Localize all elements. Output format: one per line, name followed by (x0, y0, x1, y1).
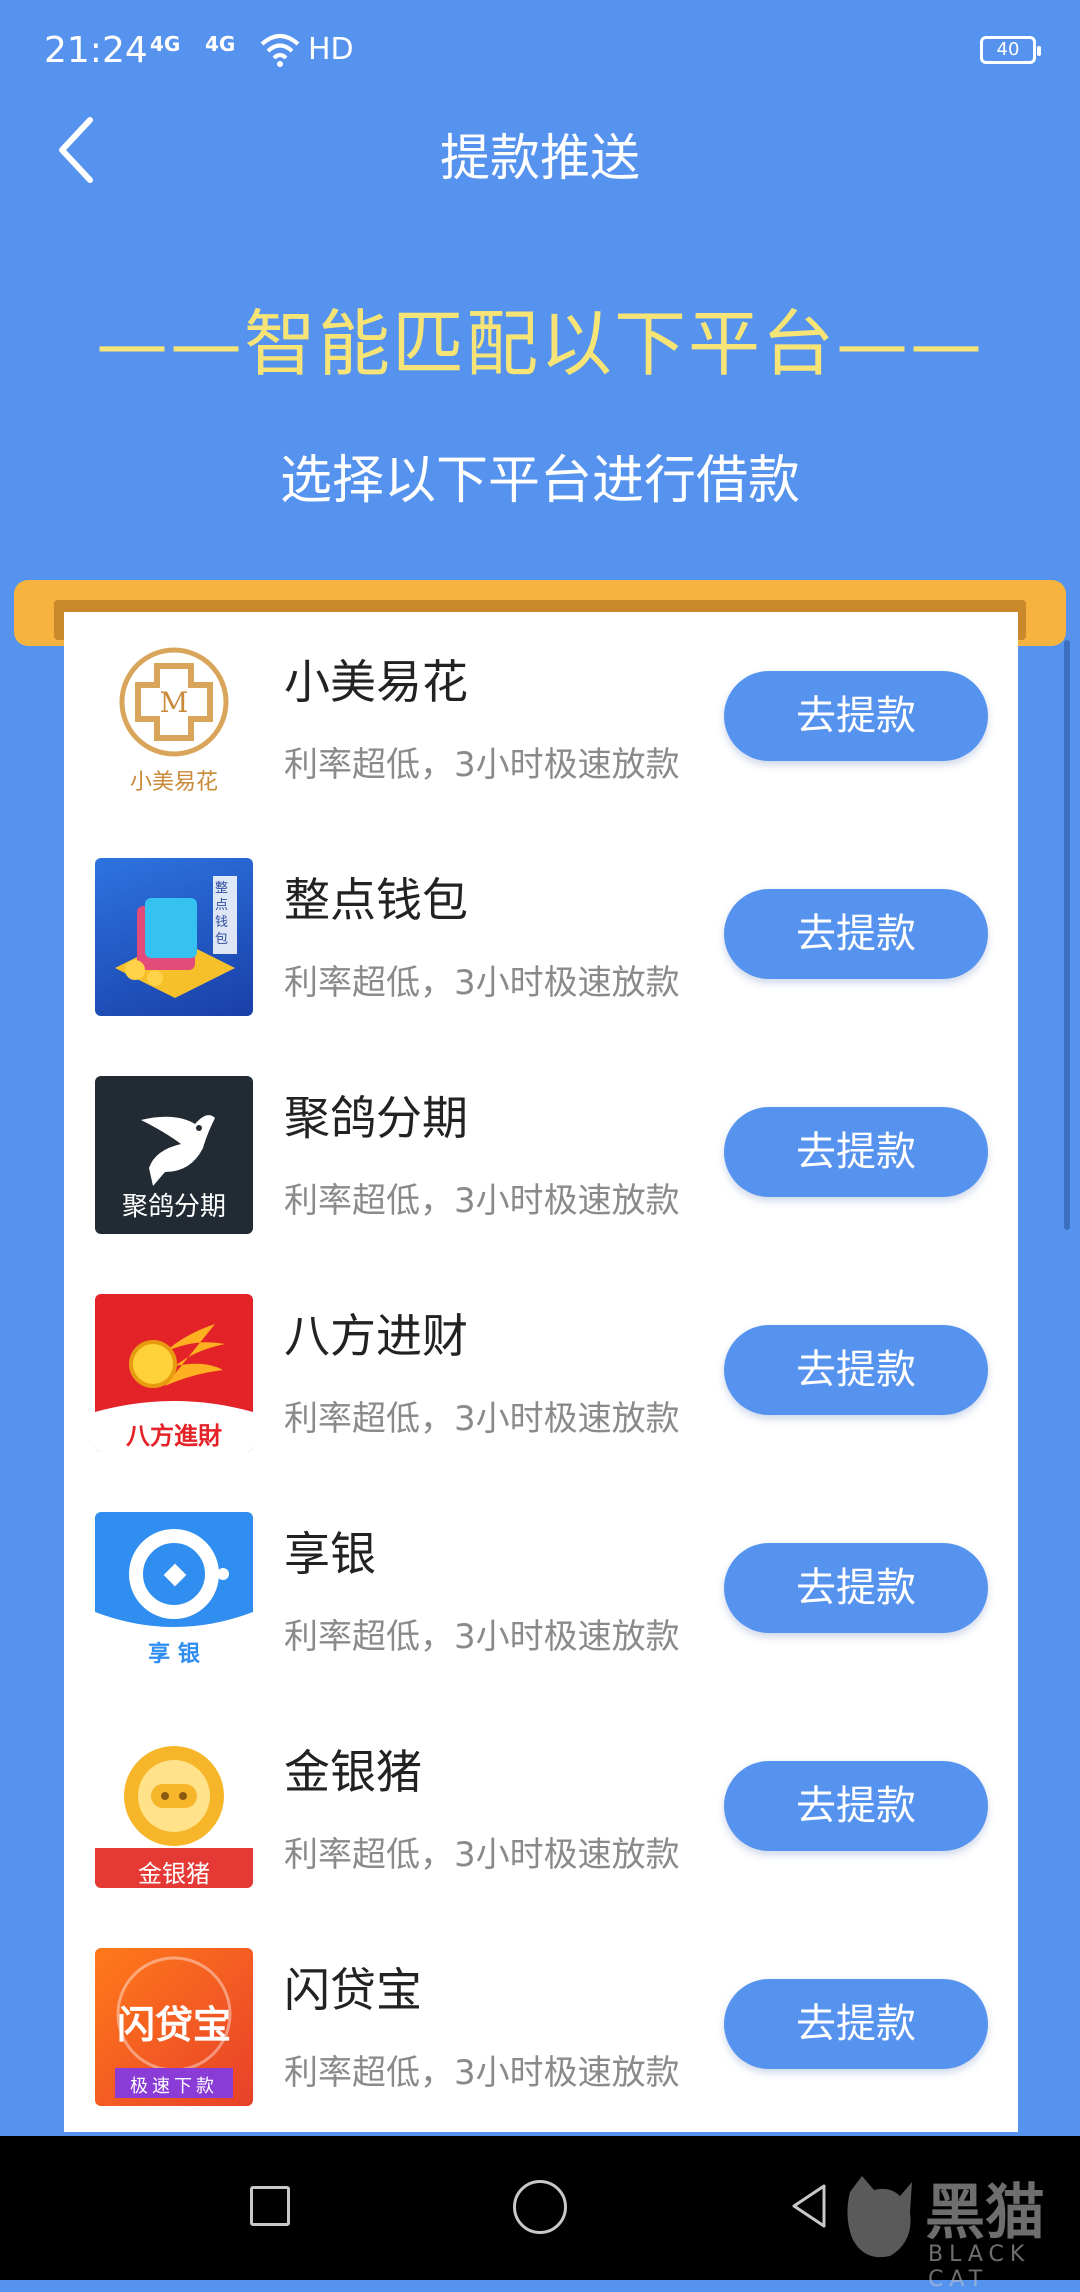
recents-button[interactable] (250, 2186, 290, 2226)
logo-label: 八方進財 (126, 1422, 222, 1450)
logo-label: 聚鸽分期 (121, 1192, 226, 1222)
platform-name: 八方进财 (284, 1309, 468, 1363)
platform-name: 闪贷宝 (284, 1963, 422, 2017)
list-item: 八方進財 八方进财 利率超低，3小时极速放款 去提款 (64, 1266, 1018, 1484)
withdraw-button[interactable]: 去提款 (724, 671, 988, 761)
subheadline: 选择以下平台进行借款 (279, 451, 800, 511)
list-item: 闪贷宝 极速下款 闪贷宝 利率超低，3小时极速放款 去提款 (64, 1920, 1018, 2132)
platform-desc: 利率超低，3小时极速放款 (284, 1617, 680, 1657)
platform-desc: 利率超低，3小时极速放款 (284, 2053, 680, 2093)
xiangyin-logo: 享 银 (95, 1512, 253, 1670)
shandaibao-logo: 闪贷宝 极速下款 (95, 1948, 253, 2106)
withdraw-button[interactable]: 去提款 (724, 1325, 988, 1415)
logo-label: 小美易花 (129, 770, 218, 795)
list-item: 聚鸽分期 聚鸽分期 利率超低，3小时极速放款 去提款 (64, 1048, 1018, 1266)
system-nav-bar: 黑猫 BLACK CAT (0, 2136, 1080, 2292)
withdraw-button[interactable]: 去提款 (724, 1107, 988, 1197)
status-time: 21:24 (44, 30, 148, 71)
battery-level: 40 (996, 39, 1020, 60)
platform-name: 享银 (284, 1527, 376, 1581)
jinyinzhu-logo: 金银猪 (95, 1730, 253, 1888)
logo-sub-label: 极速下款 (130, 2076, 218, 2097)
platform-name: 整点钱包 (284, 873, 468, 927)
watermark: 黑猫 BLACK CAT (830, 2164, 1070, 2292)
bafang-logo: 八方進財 (95, 1294, 253, 1452)
platform-desc: 利率超低，3小时极速放款 (284, 963, 680, 1003)
list-item: 享 银 享银 利率超低，3小时极速放款 去提款 (64, 1484, 1018, 1702)
wifi-icon (260, 34, 300, 67)
juge-logo: 聚鸽分期 (95, 1076, 253, 1234)
signal-icon: 4G (205, 32, 236, 56)
watermark-text: 黑猫 (925, 2178, 1045, 2248)
logo-label: 闪贷宝 (116, 2003, 231, 2047)
withdraw-button[interactable]: 去提款 (724, 1761, 988, 1851)
black-cat-logo-icon (847, 2176, 912, 2258)
hd-icon: HD (308, 32, 354, 67)
logo-label: 享 银 (148, 1642, 200, 1667)
home-button[interactable] (513, 2180, 567, 2234)
list-item: 整点钱包 整点钱包 利率超低，3小时极速放款 去提款 (64, 830, 1018, 1048)
headline: ——智能匹配以下平台—— (95, 302, 984, 386)
platform-list: M 小美易花 小美易花 利率超低，3小时极速放款 去提款 整点钱包 整点钱包 利… (64, 612, 1018, 2132)
list-item: M 小美易花 小美易花 利率超低，3小时极速放款 去提款 (64, 612, 1018, 830)
platform-desc: 利率超低，3小时极速放款 (284, 1181, 680, 1221)
xiaomei-logo: M 小美易花 (95, 640, 253, 798)
withdraw-button[interactable]: 去提款 (724, 889, 988, 979)
platform-desc: 利率超低，3小时极速放款 (284, 1835, 680, 1875)
platform-name: 聚鸽分期 (284, 1091, 468, 1145)
platform-name: 小美易花 (284, 655, 468, 709)
xiaomei-letter: M (160, 686, 189, 719)
scrollbar[interactable] (1064, 640, 1070, 1230)
withdraw-button[interactable]: 去提款 (724, 1979, 988, 2069)
page-title: 提款推送 (440, 129, 640, 187)
withdraw-button[interactable]: 去提款 (724, 1543, 988, 1633)
platform-desc: 利率超低，3小时极速放款 (284, 1399, 680, 1439)
battery-icon: 40 (980, 36, 1041, 64)
logo-side-text: 整点钱包 (215, 881, 229, 947)
platform-name: 金银猪 (284, 1745, 422, 1799)
watermark-subtext: BLACK CAT (928, 2242, 1031, 2292)
zhengdian-logo: 整点钱包 (95, 858, 253, 1016)
logo-label: 金银猪 (138, 1860, 210, 1888)
list-item: 金银猪 金银猪 利率超低，3小时极速放款 去提款 (64, 1702, 1018, 1920)
platform-desc: 利率超低，3小时极速放款 (284, 745, 680, 785)
status-bar: 21:24 4G 4G HD 40 (0, 0, 1080, 110)
signal-icon: 4G (150, 32, 181, 56)
